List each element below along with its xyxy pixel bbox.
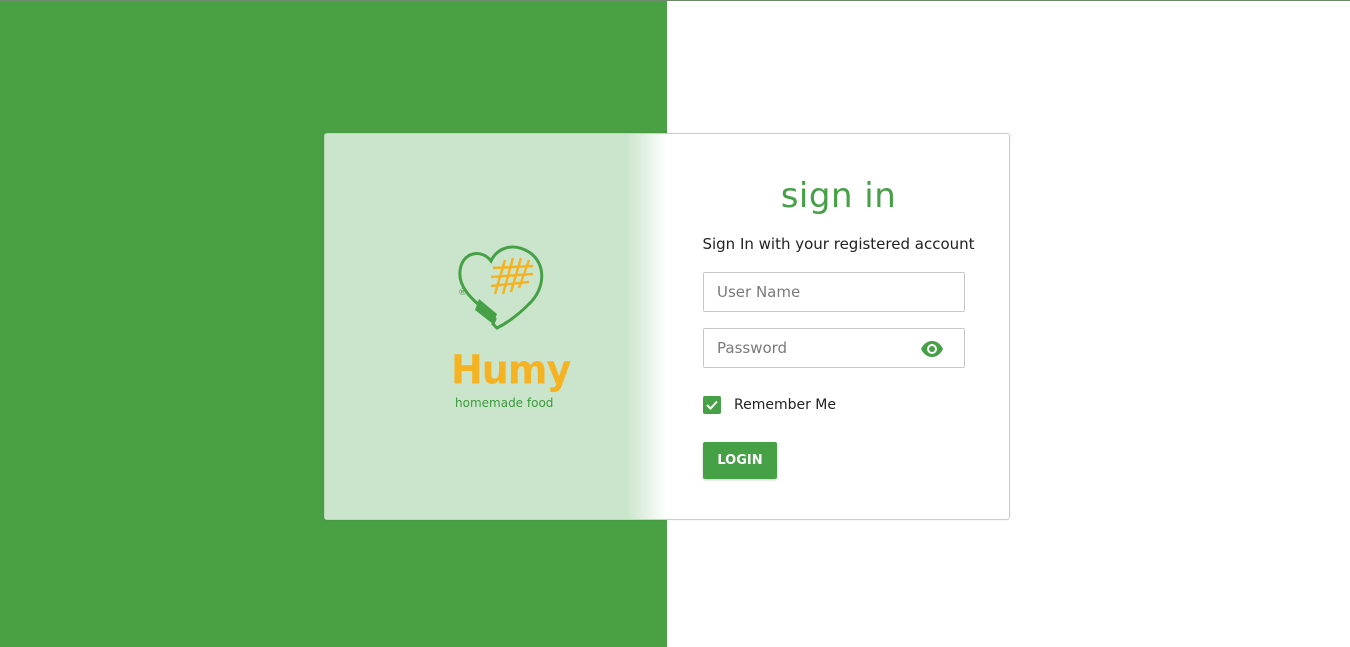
password-field-wrapper xyxy=(703,328,965,368)
signin-card: ® Humy homemade food sign in Sign In wit… xyxy=(324,133,1010,520)
remember-me-label: Remember Me xyxy=(734,397,836,413)
login-button[interactable]: LOGIN xyxy=(703,442,777,479)
remember-me-checkbox[interactable] xyxy=(703,396,721,414)
checkmark-icon xyxy=(706,400,718,410)
brand-panel: ® Humy homemade food xyxy=(325,134,667,519)
page-title: sign in xyxy=(780,176,897,216)
page-subtitle: Sign In with your registered account xyxy=(702,235,975,253)
top-border xyxy=(0,0,1350,1)
brand-tagline: homemade food xyxy=(455,396,554,410)
remember-me-row: Remember Me xyxy=(703,396,836,414)
signin-form: sign in Sign In with your registered acc… xyxy=(667,134,1009,519)
username-field-wrapper xyxy=(703,272,965,312)
brand-wordmark: Humy xyxy=(451,346,571,394)
username-input[interactable] xyxy=(704,273,964,311)
eye-icon[interactable] xyxy=(920,339,944,359)
svg-text:®: ® xyxy=(458,288,467,298)
